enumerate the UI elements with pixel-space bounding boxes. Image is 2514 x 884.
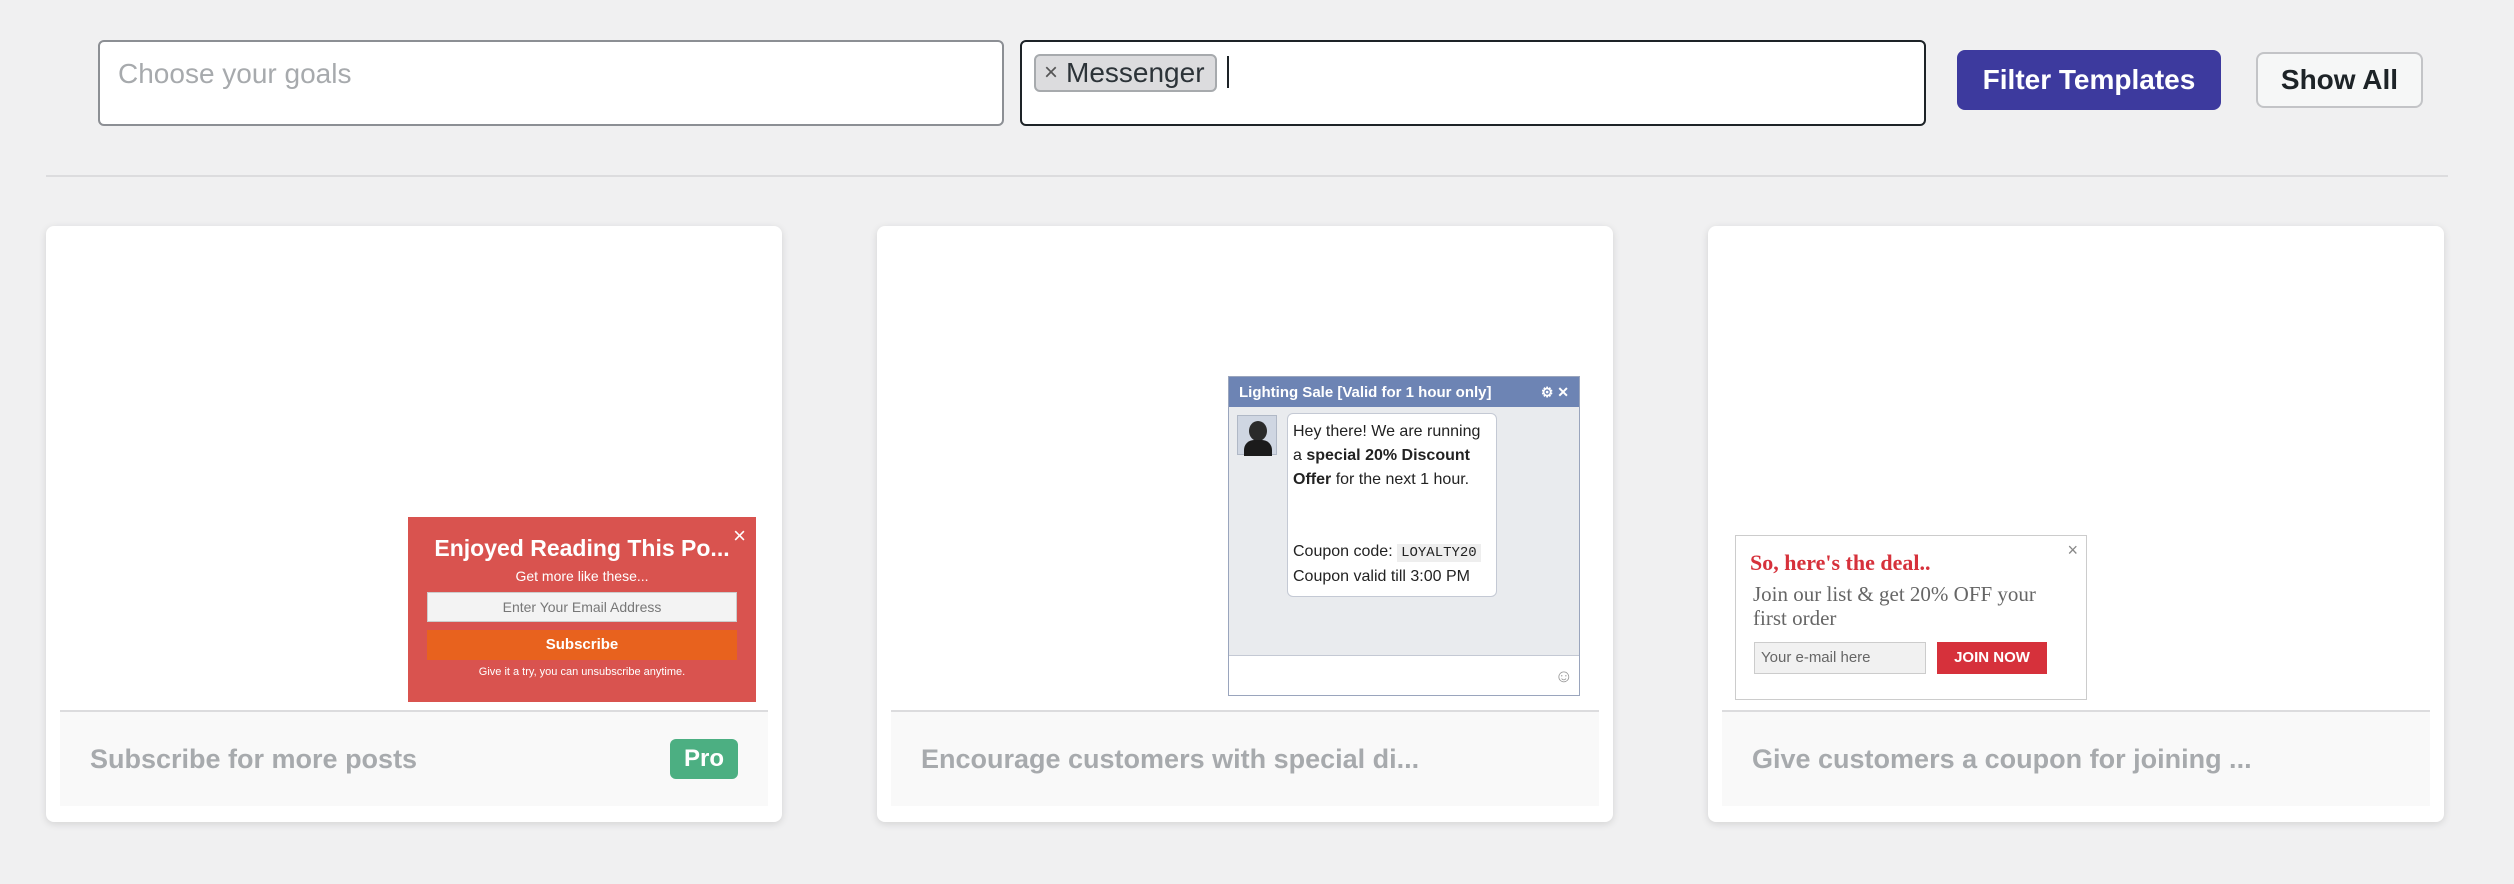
popup-heading: Enjoyed Reading This Po...	[434, 535, 730, 561]
goals-select-input[interactable]: Choose your goals	[98, 40, 1004, 126]
coupon-heading: So, here's the deal..	[1750, 550, 1931, 575]
smiley-icon: ☺	[1554, 666, 1573, 686]
popup-email-field: Enter Your Email Address	[427, 592, 737, 622]
close-icon: ×	[2067, 540, 2078, 560]
coupon-email-field: Your e-mail here	[1754, 642, 1926, 674]
message-line-2: for the next 1 hour.	[1335, 471, 1470, 488]
subscribe-popup-preview: × Enjoyed Reading This Po... Get more li…	[408, 517, 756, 702]
popup-subscribe-button: Subscribe	[427, 630, 737, 660]
tag-chip: × Messenger	[1034, 54, 1217, 92]
card-title: Subscribe for more posts	[90, 743, 418, 774]
text-caret	[1226, 56, 1229, 88]
popup-subheading: Get more like these...	[515, 568, 649, 584]
section-divider	[46, 175, 2448, 177]
avatar	[1237, 415, 1277, 456]
coupon-popup-preview: × So, here's the deal.. Join our list & …	[1735, 535, 2087, 700]
gear-close-icons: ⚙ ✕	[1540, 383, 1569, 400]
goals-placeholder: Choose your goals	[118, 58, 352, 89]
template-card[interactable]: Give customers a coupon for joining ...	[1708, 226, 2444, 822]
messenger-header-title: Lighting Sale [Valid for 1 hour only]	[1239, 383, 1492, 401]
card-footer: Encourage customers with special di...	[891, 712, 1599, 806]
coupon-label: Coupon code:	[1293, 543, 1393, 560]
coupon-valid: Coupon valid till 3:00 PM	[1293, 568, 1470, 585]
card-title: Encourage customers with special di...	[921, 743, 1420, 774]
avatar-body	[1244, 440, 1272, 456]
messenger-header: Lighting Sale [Valid for 1 hour only] ⚙ …	[1229, 377, 1579, 407]
card-footer: Give customers a coupon for joining ...	[1722, 712, 2430, 806]
filter-templates-button[interactable]: Filter Templates	[1957, 50, 2221, 110]
card-footer: Subscribe for more posts Pro	[60, 712, 768, 806]
join-now-button: JOIN NOW	[1937, 642, 2047, 674]
pro-badge: Pro	[669, 739, 738, 779]
remove-tag-icon[interactable]: ×	[1044, 59, 1058, 87]
message-bubble: Hey there! We are running a special 20% …	[1287, 413, 1497, 597]
coupon-text: Join our list & get 20% OFF your first o…	[1753, 582, 2036, 630]
channel-tags-input[interactable]: × Messenger	[1020, 40, 1926, 126]
card-title: Give customers a coupon for joining ...	[1752, 743, 2252, 774]
avatar-face	[1249, 421, 1267, 441]
filter-bar: Choose your goals × Messenger Filter Tem…	[0, 0, 2514, 140]
coupon-code: LOYALTY20	[1397, 544, 1481, 562]
close-icon: ×	[733, 523, 746, 548]
popup-fine-print: Give it a try, you can unsubscribe anyti…	[478, 666, 686, 678]
tag-label: Messenger	[1066, 57, 1205, 88]
message-composer: ☺	[1229, 655, 1579, 695]
messenger-preview: Lighting Sale [Valid for 1 hour only] ⚙ …	[1228, 376, 1580, 696]
show-all-button[interactable]: Show All	[2256, 52, 2423, 108]
